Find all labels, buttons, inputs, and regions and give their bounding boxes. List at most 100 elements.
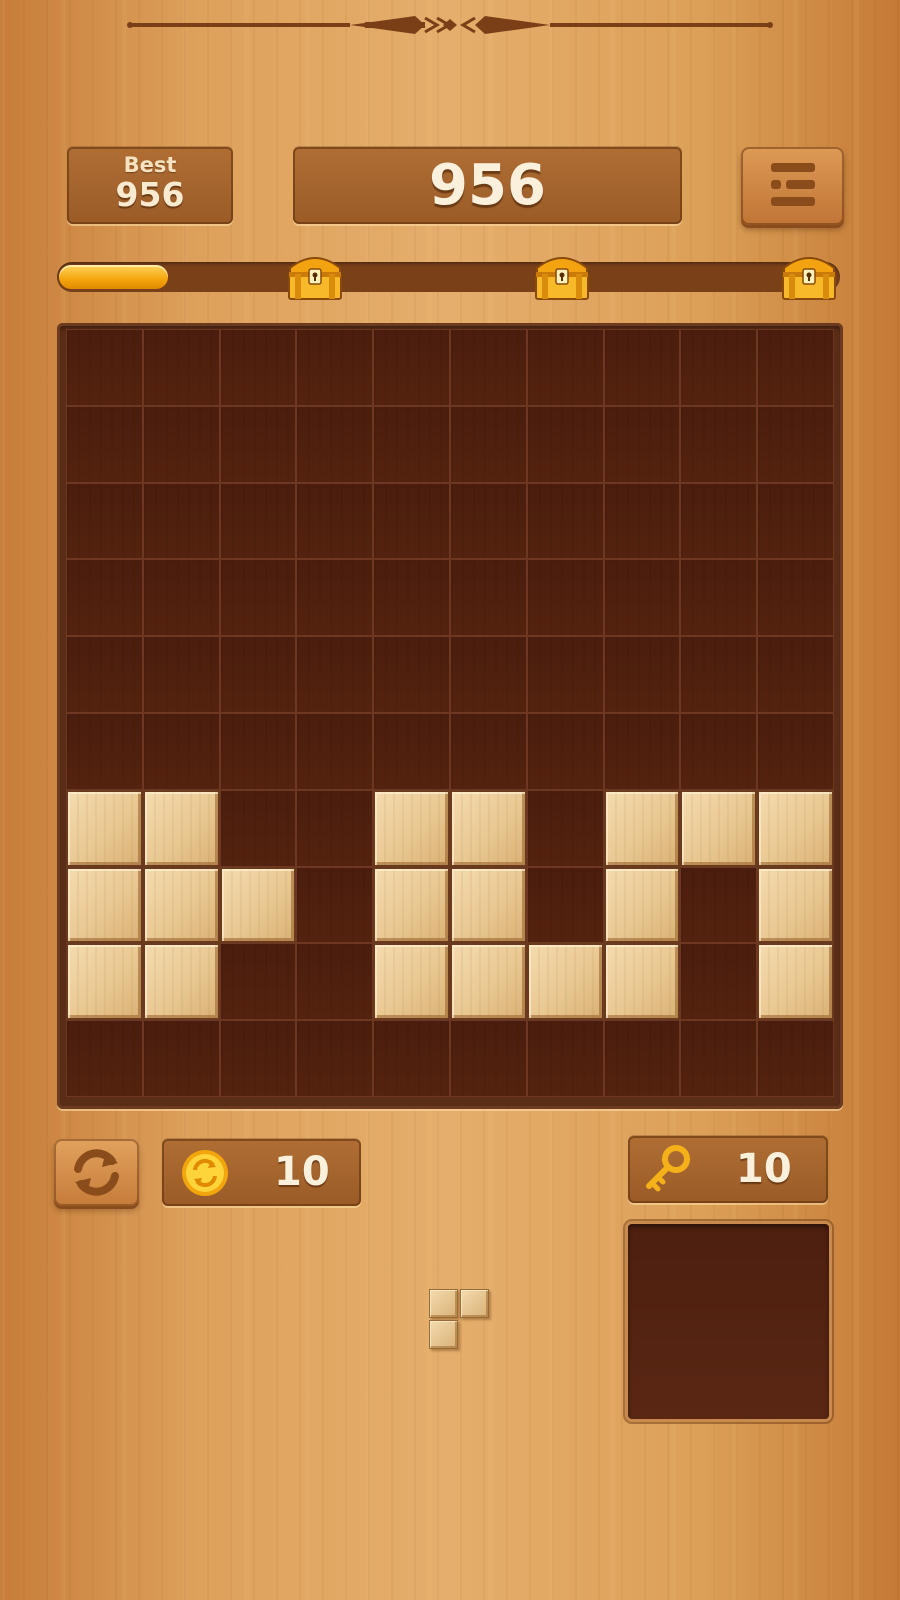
- board-cell[interactable]: [373, 712, 450, 790]
- board-cell[interactable]: [142, 329, 220, 406]
- board-cell[interactable]: [680, 712, 758, 790]
- board-cell[interactable]: [449, 712, 527, 790]
- board-cell[interactable]: [219, 789, 297, 867]
- board-cell[interactable]: [296, 636, 374, 713]
- board-cell[interactable]: [373, 329, 450, 406]
- refresh-button[interactable]: [54, 1139, 139, 1206]
- treasure-chest-icon[interactable]: [532, 250, 592, 302]
- board-cell[interactable]: [603, 636, 681, 713]
- board-cell[interactable]: [296, 712, 374, 790]
- wood-block[interactable]: [449, 866, 527, 944]
- hold-slot[interactable]: [628, 1224, 829, 1419]
- board-cell[interactable]: [449, 329, 527, 406]
- board-cell[interactable]: [449, 482, 527, 560]
- board-cell[interactable]: [680, 482, 758, 560]
- board-cell[interactable]: [219, 559, 297, 637]
- wood-block[interactable]: [373, 789, 450, 867]
- board-cell[interactable]: [757, 712, 834, 790]
- board-cell[interactable]: [757, 405, 834, 483]
- wood-block[interactable]: [757, 943, 834, 1021]
- board-cell[interactable]: [296, 866, 374, 944]
- board-cell[interactable]: [449, 405, 527, 483]
- wood-block[interactable]: [66, 866, 143, 944]
- treasure-chest-icon[interactable]: [779, 250, 839, 302]
- board-cell[interactable]: [296, 789, 374, 867]
- board-cell[interactable]: [66, 482, 143, 560]
- board-cell[interactable]: [757, 482, 834, 560]
- wood-block[interactable]: [142, 789, 220, 867]
- board-cell[interactable]: [142, 482, 220, 560]
- board-cell[interactable]: [373, 559, 450, 637]
- board-cell[interactable]: [526, 559, 604, 637]
- wood-block[interactable]: [66, 789, 143, 867]
- board-cell[interactable]: [296, 405, 374, 483]
- wood-block[interactable]: [142, 866, 220, 944]
- board-cell[interactable]: [680, 405, 758, 483]
- board-cell[interactable]: [219, 943, 297, 1021]
- wood-block[interactable]: [603, 943, 681, 1021]
- board-cell[interactable]: [66, 636, 143, 713]
- board-cell[interactable]: [296, 329, 374, 406]
- board-cell[interactable]: [757, 329, 834, 406]
- board-cell[interactable]: [66, 712, 143, 790]
- board-cell[interactable]: [142, 405, 220, 483]
- wood-block[interactable]: [757, 789, 834, 867]
- coin-counter[interactable]: 10: [162, 1139, 361, 1206]
- wood-block[interactable]: [603, 789, 681, 867]
- board-cell[interactable]: [449, 636, 527, 713]
- board-cell[interactable]: [219, 405, 297, 483]
- wood-block[interactable]: [449, 789, 527, 867]
- wood-block[interactable]: [603, 866, 681, 944]
- board-cell[interactable]: [296, 943, 374, 1021]
- treasure-chest-icon[interactable]: [285, 250, 345, 302]
- board-cell[interactable]: [66, 559, 143, 637]
- board-cell[interactable]: [526, 329, 604, 406]
- board-cell[interactable]: [219, 482, 297, 560]
- board-cell[interactable]: [757, 1020, 834, 1097]
- board-cell[interactable]: [526, 636, 604, 713]
- board-cell[interactable]: [526, 712, 604, 790]
- board-cell[interactable]: [449, 1020, 527, 1097]
- board-cell[interactable]: [142, 1020, 220, 1097]
- wood-block[interactable]: [680, 789, 758, 867]
- board-cell[interactable]: [526, 789, 604, 867]
- board-cell[interactable]: [219, 1020, 297, 1097]
- wood-block[interactable]: [373, 943, 450, 1021]
- board-cell[interactable]: [680, 559, 758, 637]
- wood-block[interactable]: [526, 943, 604, 1021]
- board-cell[interactable]: [373, 636, 450, 713]
- board-cell[interactable]: [757, 559, 834, 637]
- board-cell[interactable]: [526, 405, 604, 483]
- board-cell[interactable]: [142, 559, 220, 637]
- wood-block[interactable]: [142, 943, 220, 1021]
- wood-block[interactable]: [219, 866, 297, 944]
- board-cell[interactable]: [219, 636, 297, 713]
- board-cell[interactable]: [449, 559, 527, 637]
- board-cell[interactable]: [680, 1020, 758, 1097]
- board-cell[interactable]: [66, 329, 143, 406]
- board-cell[interactable]: [219, 712, 297, 790]
- board-cell[interactable]: [373, 482, 450, 560]
- board-cell[interactable]: [373, 405, 450, 483]
- board-cell[interactable]: [603, 559, 681, 637]
- board-cell[interactable]: [603, 1020, 681, 1097]
- board-cell[interactable]: [296, 559, 374, 637]
- board-cell[interactable]: [680, 329, 758, 406]
- board-cell[interactable]: [680, 636, 758, 713]
- wood-block[interactable]: [66, 943, 143, 1021]
- board-cell[interactable]: [296, 1020, 374, 1097]
- board-cell[interactable]: [526, 482, 604, 560]
- board-cell[interactable]: [680, 866, 758, 944]
- next-piece[interactable]: [429, 1289, 491, 1351]
- key-counter[interactable]: 10: [628, 1136, 828, 1203]
- wood-block[interactable]: [757, 866, 834, 944]
- board-cell[interactable]: [526, 866, 604, 944]
- board-cell[interactable]: [526, 1020, 604, 1097]
- board-cell[interactable]: [66, 405, 143, 483]
- menu-button[interactable]: [741, 147, 844, 225]
- board-cell[interactable]: [66, 1020, 143, 1097]
- board-cell[interactable]: [373, 1020, 450, 1097]
- board-cell[interactable]: [142, 712, 220, 790]
- board-cell[interactable]: [603, 712, 681, 790]
- board-grid[interactable]: [66, 329, 834, 1097]
